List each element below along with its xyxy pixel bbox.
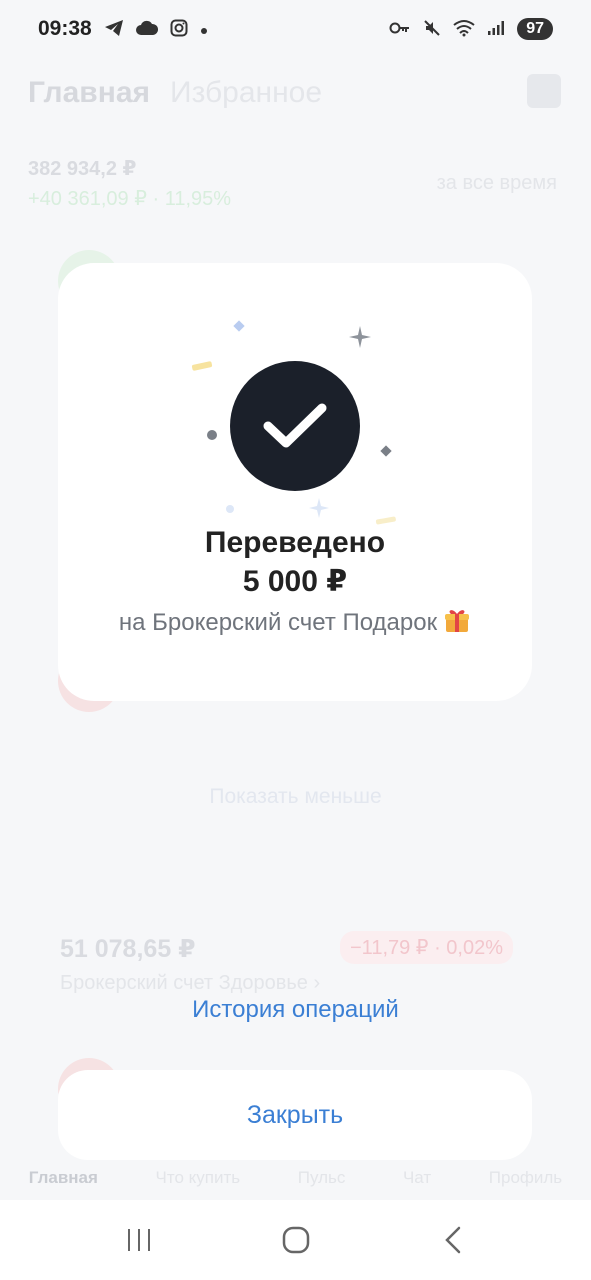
instagram-icon [170,19,188,40]
confetti-icon [380,445,392,457]
dialog-title: Переведено [204,526,386,559]
transfer-amount: 5 000 ₽ [242,565,348,598]
account-name: Брокерский счет Здоровье › [60,972,321,994]
success-dialog: Переведено 5 000 ₽ на Брокерский счет По… [58,263,532,701]
back-icon [444,1226,460,1254]
bottom-nav: Главная Что купить Пульс Чат Профиль [0,1168,591,1188]
wifi-icon [453,19,475,40]
confetti-icon [233,320,245,332]
operation-history-link[interactable]: История операций [0,996,591,1024]
tab-main: Главная [28,76,151,109]
gift-icon [527,74,561,108]
sparkle-icon [349,326,371,348]
confetti-icon [191,361,213,371]
key-icon [389,20,411,38]
portfolio-total: 382 934,2 ₽ [28,158,137,180]
home-button[interactable] [266,1220,326,1260]
tab-favorites: Избранное [170,76,323,109]
show-less-link: Показать меньше [209,785,382,808]
nav-profile: Профиль [488,1168,563,1187]
sparkle-icon [309,498,329,518]
nav-chat: Чат [402,1168,432,1187]
account-change: −11,79 ₽ · 0,02% [340,931,514,964]
dot-icon [200,20,208,38]
confetti-icon [226,505,234,513]
recent-apps-icon [127,1229,150,1251]
mute-icon [423,19,441,40]
status-bar: 09:38 97 [0,0,591,58]
portfolio-change: +40 361,09 ₽ · 11,95% [28,188,232,210]
account-sum: 51 078,65 ₽ [60,935,196,963]
home-icon [282,1226,309,1254]
close-button[interactable]: Закрыть [58,1070,532,1160]
dialog-subtitle-text: на Брокерский счет Подарок [118,609,438,636]
system-nav-bar [0,1200,591,1280]
period-selector: за все время [436,172,557,194]
nav-what-to-buy: Что купить [155,1168,241,1187]
battery-indicator: 97 [517,18,553,40]
signal-icon [487,20,505,39]
gift-icon [445,610,470,632]
background-tabs: Главная Избранное [28,76,322,110]
check-icon [263,403,327,448]
nav-main: Главная [28,1168,98,1187]
dialog-subtitle: на Брокерский счет Подарок [58,606,532,637]
back-button[interactable] [423,1220,483,1260]
nav-pulse: Пульс [297,1168,346,1187]
recent-apps-button[interactable] [109,1220,169,1260]
cloud-icon [135,20,158,39]
success-check-circle [230,361,360,491]
telegram-icon [104,19,124,40]
confetti-icon [207,430,217,440]
status-time: 09:38 [38,17,92,40]
